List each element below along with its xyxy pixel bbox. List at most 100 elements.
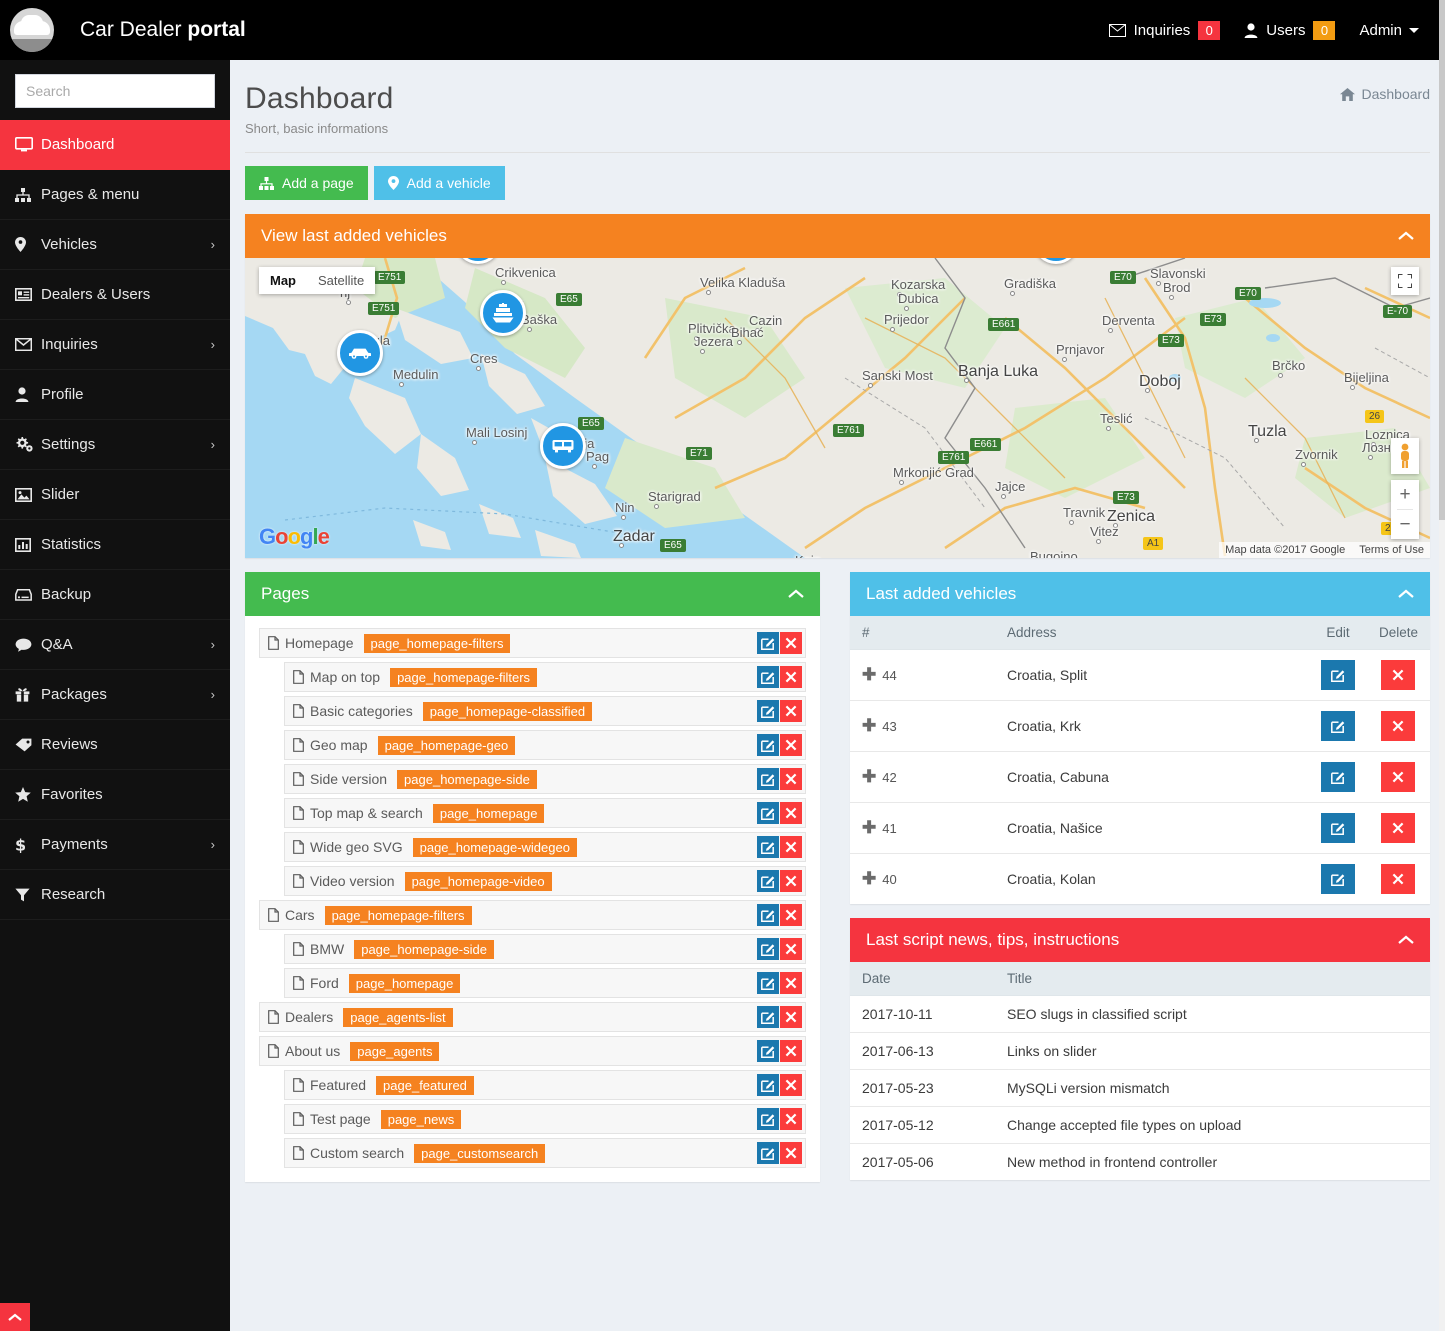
delete-vehicle-button[interactable] [1381, 711, 1415, 741]
page-tree-row[interactable]: Fordpage_homepage [284, 968, 806, 998]
news-title[interactable]: Links on slider [995, 1033, 1430, 1070]
sidebar-item-settings[interactable]: Settings› [0, 420, 230, 470]
delete-page-button[interactable] [780, 938, 802, 960]
edit-page-button[interactable] [757, 666, 779, 688]
plus-icon[interactable]: ✚ [862, 869, 876, 888]
edit-page-button[interactable] [757, 972, 779, 994]
add-vehicle-button[interactable]: Add a vehicle [374, 166, 505, 200]
edit-page-button[interactable] [757, 870, 779, 892]
edit-page-button[interactable] [757, 836, 779, 858]
nav-inquiries[interactable]: Inquiries 0 [1097, 0, 1233, 60]
delete-page-button[interactable] [780, 768, 802, 790]
page-tree-row[interactable]: Video versionpage_homepage-video [284, 866, 806, 896]
page-scrollbar[interactable] [1439, 0, 1445, 1331]
delete-page-button[interactable] [780, 972, 802, 994]
map-zoom-in-button[interactable]: + [1391, 480, 1419, 509]
sidebar-item-slider[interactable]: Slider [0, 470, 230, 520]
delete-page-button[interactable] [780, 1108, 802, 1130]
map-fullscreen-button[interactable] [1391, 267, 1419, 295]
delete-page-button[interactable] [780, 904, 802, 926]
page-tree-row[interactable]: Carspage_homepage-filters [259, 900, 806, 930]
edit-vehicle-button[interactable] [1321, 864, 1355, 894]
map-zoom-out-button[interactable]: − [1391, 510, 1419, 539]
map-zoom-controls[interactable]: + − [1391, 480, 1419, 539]
sidebar-item-profile[interactable]: Profile [0, 370, 230, 420]
ship-marker-icon[interactable] [480, 290, 526, 336]
page-tree-row[interactable]: Map on toppage_homepage-filters [284, 662, 806, 692]
car-marker-icon[interactable] [337, 330, 383, 376]
scroll-to-top-button[interactable] [0, 1303, 30, 1331]
page-tree-row[interactable]: Test pagepage_news [284, 1104, 806, 1134]
chevron-up-icon[interactable] [788, 589, 804, 599]
delete-page-button[interactable] [780, 1142, 802, 1164]
sidebar-item-backup[interactable]: Backup [0, 570, 230, 620]
sidebar-item-inquiries[interactable]: Inquiries› [0, 320, 230, 370]
sidebar-item-favorites[interactable]: Favorites [0, 770, 230, 820]
edit-page-button[interactable] [757, 1040, 779, 1062]
page-tree-row[interactable]: Featuredpage_featured [284, 1070, 806, 1100]
bus-marker-icon[interactable] [540, 423, 586, 469]
edit-page-button[interactable] [757, 1006, 779, 1028]
chevron-up-icon[interactable] [1398, 589, 1414, 599]
page-tree-row[interactable]: Custom searchpage_customsearch [284, 1138, 806, 1168]
page-tree-row[interactable]: Side versionpage_homepage-side [284, 764, 806, 794]
breadcrumb[interactable]: Dashboard [1340, 86, 1431, 102]
edit-vehicle-button[interactable] [1321, 711, 1355, 741]
sidebar-item-statistics[interactable]: Statistics [0, 520, 230, 570]
page-tree-row[interactable]: Basic categoriespage_homepage-classified [284, 696, 806, 726]
edit-vehicle-button[interactable] [1321, 660, 1355, 690]
edit-page-button[interactable] [757, 700, 779, 722]
add-page-button[interactable]: Add a page [245, 166, 368, 200]
sidebar-item-research[interactable]: Research [0, 870, 230, 920]
delete-page-button[interactable] [780, 1074, 802, 1096]
edit-page-button[interactable] [757, 938, 779, 960]
page-tree-row[interactable]: Homepagepage_homepage-filters [259, 628, 806, 658]
google-map[interactable]: Map Satellite CrikvenicaKrkBaškaPulaMedu… [245, 258, 1430, 558]
nav-users[interactable]: Users 0 [1232, 0, 1347, 60]
map-terms-link[interactable]: Terms of Use [1359, 544, 1424, 556]
plus-icon[interactable]: ✚ [862, 767, 876, 786]
delete-vehicle-button[interactable] [1381, 660, 1415, 690]
delete-page-button[interactable] [780, 802, 802, 824]
edit-page-button[interactable] [757, 802, 779, 824]
page-tree-row[interactable]: Geo mappage_homepage-geo [284, 730, 806, 760]
sidebar-item-q-a[interactable]: Q&A› [0, 620, 230, 670]
scrollbar-thumb[interactable] [1439, 0, 1445, 520]
edit-page-button[interactable] [757, 904, 779, 926]
edit-page-button[interactable] [757, 632, 779, 654]
delete-page-button[interactable] [780, 1006, 802, 1028]
sidebar-item-payments[interactable]: $Payments› [0, 820, 230, 870]
plus-icon[interactable]: ✚ [862, 665, 876, 684]
news-title[interactable]: New method in frontend controller [995, 1144, 1430, 1181]
page-tree-row[interactable]: BMWpage_homepage-side [284, 934, 806, 964]
plus-icon[interactable]: ✚ [862, 716, 876, 735]
chevron-up-icon[interactable] [1398, 935, 1414, 945]
map-type-toggle[interactable]: Map Satellite [259, 267, 375, 294]
delete-page-button[interactable] [780, 632, 802, 654]
page-tree-row[interactable]: Top map & searchpage_homepage [284, 798, 806, 828]
sidebar-item-reviews[interactable]: Reviews [0, 720, 230, 770]
chevron-up-icon[interactable] [1398, 231, 1414, 241]
edit-page-button[interactable] [757, 734, 779, 756]
sidebar-item-dashboard[interactable]: Dashboard [0, 120, 230, 170]
news-title[interactable]: SEO slugs in classified script [995, 996, 1430, 1033]
edit-vehicle-button[interactable] [1321, 813, 1355, 843]
edit-page-button[interactable] [757, 1142, 779, 1164]
map-type-satellite[interactable]: Satellite [307, 267, 375, 294]
page-tree-row[interactable]: Dealerspage_agents-list [259, 1002, 806, 1032]
sidebar-item-vehicles[interactable]: Vehicles› [0, 220, 230, 270]
nav-admin-dropdown[interactable]: Admin [1347, 0, 1431, 60]
delete-vehicle-button[interactable] [1381, 813, 1415, 843]
plus-icon[interactable]: ✚ [862, 818, 876, 837]
edit-page-button[interactable] [757, 768, 779, 790]
edit-vehicle-button[interactable] [1321, 762, 1355, 792]
page-tree-row[interactable]: Wide geo SVGpage_homepage-widegeo [284, 832, 806, 862]
delete-page-button[interactable] [780, 734, 802, 756]
search-input[interactable] [15, 74, 215, 108]
delete-vehicle-button[interactable] [1381, 864, 1415, 894]
delete-page-button[interactable] [780, 870, 802, 892]
map-type-map[interactable]: Map [259, 267, 307, 294]
delete-page-button[interactable] [780, 836, 802, 858]
edit-page-button[interactable] [757, 1108, 779, 1130]
sidebar-item-dealers-users[interactable]: Dealers & Users [0, 270, 230, 320]
